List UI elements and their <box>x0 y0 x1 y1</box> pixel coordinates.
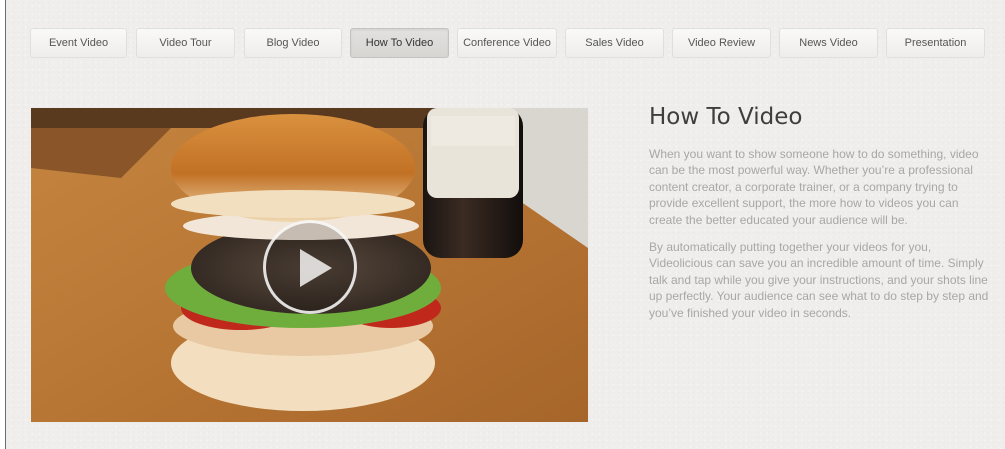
section-title: How To Video <box>649 104 803 130</box>
tab-video-tour[interactable]: Video Tour <box>136 28 235 58</box>
tab-presentation[interactable]: Presentation <box>886 28 985 58</box>
video-player[interactable] <box>31 108 588 422</box>
tab-blog-video[interactable]: Blog Video <box>244 28 342 58</box>
description-paragraph-1: When you want to show someone how to do … <box>649 147 979 227</box>
play-button[interactable] <box>263 220 357 314</box>
play-icon <box>300 249 332 287</box>
tab-video-review[interactable]: Video Review <box>672 28 771 58</box>
description-paragraph-2: By automatically putting together your v… <box>649 240 989 320</box>
tab-event-video[interactable]: Event Video <box>30 28 127 58</box>
tab-conference-video[interactable]: Conference Video <box>457 28 557 58</box>
tab-news-video[interactable]: News Video <box>779 28 878 58</box>
page-frame: Event Video Video Tour Blog Video How To… <box>5 0 1005 449</box>
description-panel: How To Video When you want to show someo… <box>649 102 992 332</box>
tab-sales-video[interactable]: Sales Video <box>565 28 664 58</box>
tab-how-to-video[interactable]: How To Video <box>350 28 449 58</box>
